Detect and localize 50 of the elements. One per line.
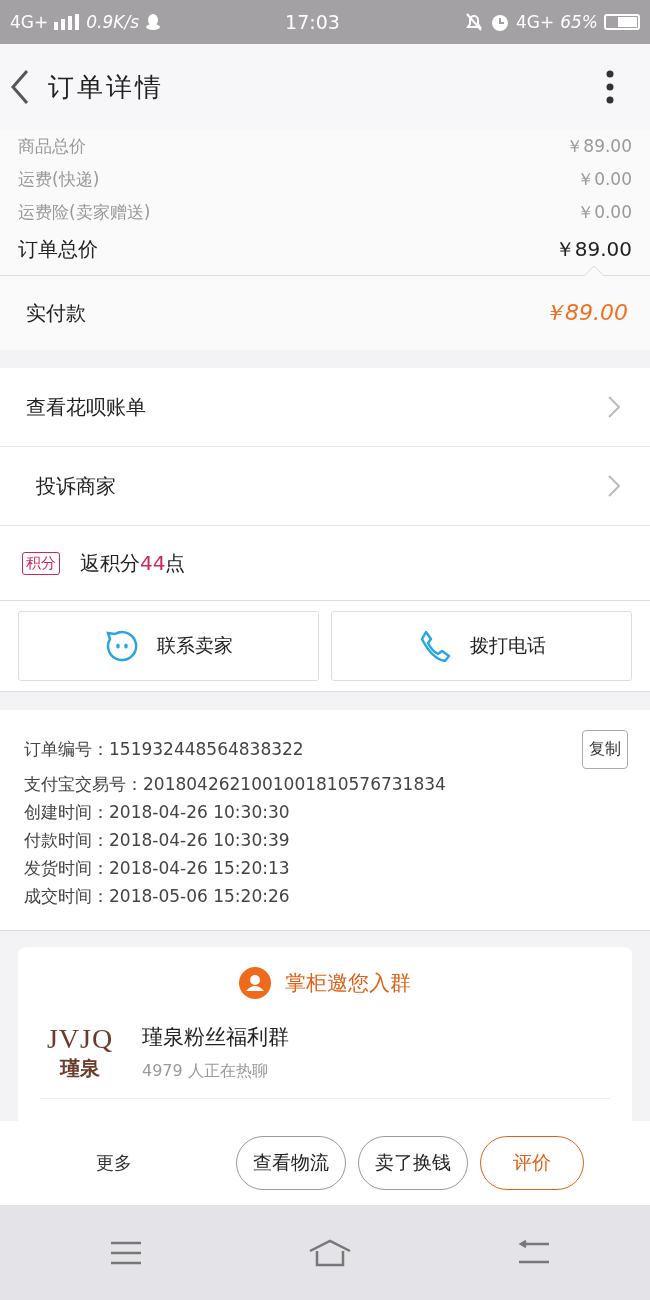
points-text: 返积分44点 [80,549,186,577]
chat-face-icon [104,629,139,663]
action-button[interactable]: 评价 [480,1136,584,1190]
network-type: 4G+ [515,12,555,32]
price-value: ￥89.00 [566,135,632,158]
home-icon[interactable] [308,1238,352,1267]
price-value: ￥0.00 [577,201,632,224]
price-value: ￥89.00 [554,235,632,263]
bell-muted-icon [463,12,484,32]
info-line: 成交时间：2018-05-06 15:20:26 [24,885,291,908]
signal-icon [54,14,81,30]
battery-icon [604,14,640,30]
action-button[interactable]: 卖了换钱 [358,1136,468,1190]
group-invite-title: 掌柜邀您入群 [285,970,411,997]
alarm-icon [489,12,510,32]
copy-button[interactable]: 复制 [582,729,628,769]
price-label: 商品总价 [18,135,86,158]
price-label: 订单总价 [18,235,98,263]
action-button[interactable]: 查看物流 [236,1136,346,1190]
menu-row[interactable]: 投诉商家 [0,447,650,526]
group-icon [239,967,271,999]
price-value: ￥0.00 [577,168,632,191]
menu-row[interactable]: 查看花呗账单 [0,368,650,447]
points-tag: 积分 [22,551,60,575]
price-label: 运费(快递) [18,168,100,191]
paid-label: 实付款 [26,299,86,327]
info-line: 支付宝交易号：2018042621001001810576731834 [24,773,447,796]
chevron-icon [608,475,620,497]
more-icon[interactable] [606,70,614,104]
call-button[interactable]: 拨打电话 [331,611,632,681]
battery-percent: 65% [560,12,598,32]
back-arrow-icon[interactable] [518,1239,550,1266]
group-name: 瑾泉粉丝福利群 [142,1024,289,1051]
info-line: 订单编号：151932448564838322 [24,737,304,761]
brand-logo: JVJQ 瑾泉 [45,1023,115,1082]
page-title: 订单详情 [48,70,165,104]
network-type: 4G+ [10,12,49,32]
network-speed: 0.9K/s [86,12,139,32]
more-link[interactable]: 更多 [96,1151,224,1175]
info-line: 付款时间：2018-04-26 10:30:39 [24,829,291,852]
info-line: 发货时间：2018-04-26 15:20:13 [24,857,291,880]
menu-icon[interactable] [110,1240,142,1265]
back-icon[interactable] [10,69,30,105]
contact-seller-button[interactable]: 联系卖家 [18,611,319,681]
chevron-icon [608,396,620,418]
paid-amount: ￥89.00 [543,299,628,327]
price-label: 运费险(卖家赠送) [18,201,151,224]
info-line: 创建时间：2018-04-26 10:30:30 [24,801,291,824]
clock-time: 17:03 [284,11,341,33]
member-count: 4979 人正在热聊 [142,1061,269,1082]
